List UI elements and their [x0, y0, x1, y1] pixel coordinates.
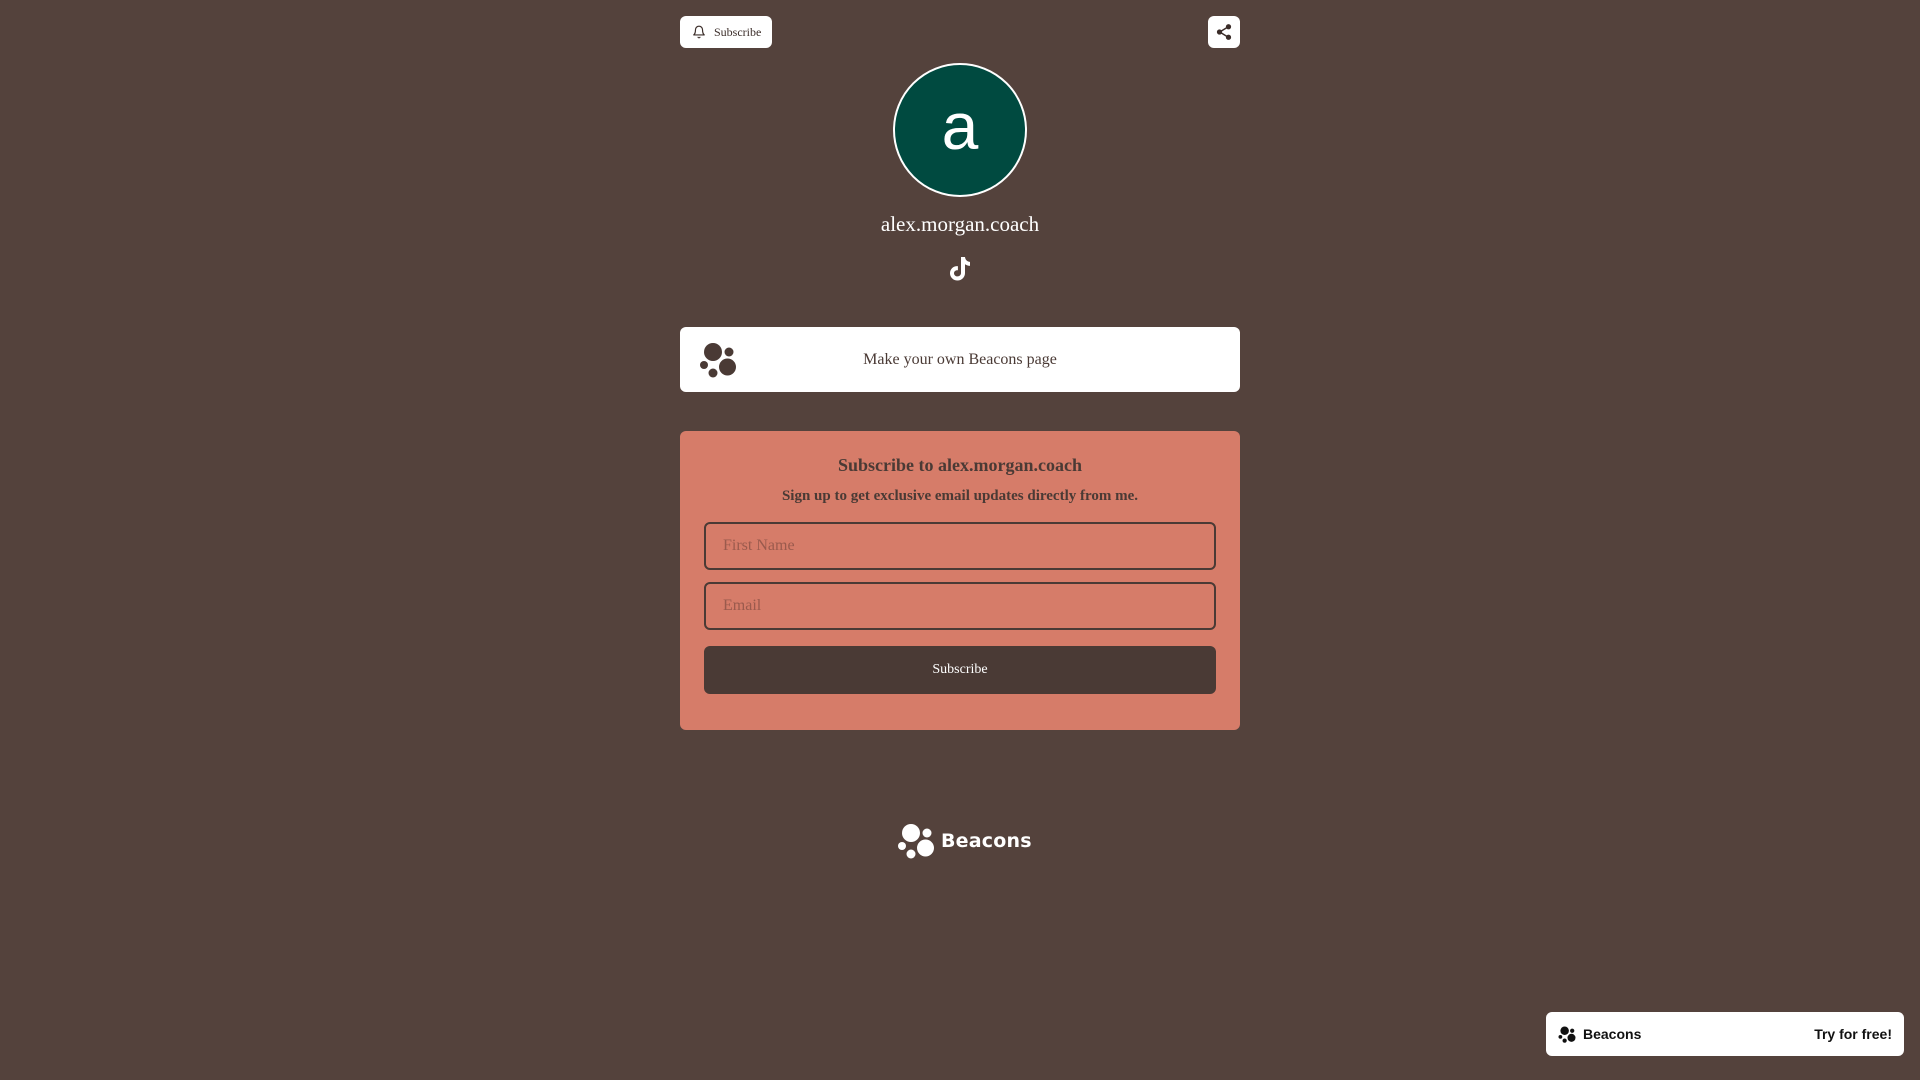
banner-brand-text: Beacons: [1583, 1026, 1642, 1042]
header-subscribe-button[interactable]: Subscribe: [680, 16, 773, 48]
try-for-free-link[interactable]: Try for free!: [1814, 1026, 1892, 1042]
footer-beacons-logo[interactable]: Beacons: [897, 823, 1032, 859]
share-icon: [1216, 24, 1232, 40]
make-beacons-page-link[interactable]: Make your own Beacons page: [680, 327, 1240, 392]
subscribe-form: Subscribe to alex.morgan.coach Sign up t…: [680, 431, 1240, 730]
banner-brand: Beacons: [1558, 1025, 1642, 1043]
header-subscribe-label: Subscribe: [714, 24, 762, 39]
first-name-field[interactable]: [704, 522, 1216, 570]
email-field[interactable]: [704, 582, 1216, 630]
footer-brand-text: Beacons: [941, 830, 1032, 852]
beacons-logo-icon: [700, 343, 736, 378]
page: Subscribe a alex.morgan.coach Make your …: [0, 0, 1920, 1080]
subscribe-submit-button[interactable]: Subscribe: [704, 646, 1216, 694]
avatar: a: [893, 63, 1027, 197]
avatar-letter: a: [941, 89, 979, 163]
share-button[interactable]: [1208, 16, 1240, 48]
beacons-logo-icon: [1558, 1025, 1576, 1043]
try-beacons-banner[interactable]: Beacons Try for free!: [1546, 1012, 1904, 1056]
bell-icon: [693, 25, 705, 39]
subscribe-form-subtitle: Sign up to get exclusive email updates d…: [781, 488, 1139, 504]
username: alex.morgan.coach: [880, 212, 1040, 236]
beacons-logo-icon: [898, 824, 934, 859]
make-beacons-page-label: Make your own Beacons page: [863, 350, 1057, 368]
subscribe-form-title: Subscribe to alex.morgan.coach: [838, 455, 1082, 475]
tiktok-icon[interactable]: [948, 255, 972, 283]
